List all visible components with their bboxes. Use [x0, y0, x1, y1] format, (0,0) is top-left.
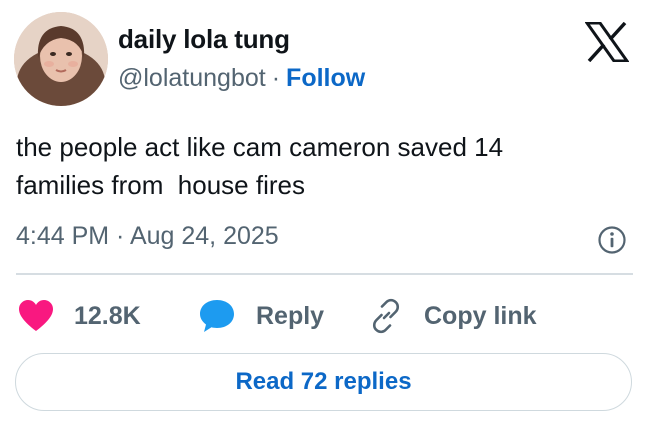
x-logo-icon[interactable] [584, 21, 630, 63]
link-icon [372, 298, 400, 334]
separator-dot: · [271, 64, 281, 92]
info-icon[interactable] [597, 225, 627, 255]
copy-link-label: Copy link [424, 301, 537, 330]
follow-button[interactable]: Follow [286, 64, 365, 92]
heart-icon [19, 300, 53, 331]
author-handle-row: @lolatungbot · Follow [118, 64, 365, 93]
profile-photo-icon [14, 12, 108, 106]
tweet-timestamp[interactable]: 4:44 PM · Aug 24, 2025 [16, 222, 279, 251]
read-replies-button[interactable]: Read 72 replies [15, 353, 632, 411]
reply-button[interactable]: Reply [198, 296, 324, 336]
author-handle[interactable]: @lolatungbot [118, 64, 266, 92]
tweet-text: the people act like cam cameron saved 14… [16, 132, 504, 200]
like-button[interactable]: 12.8K [18, 296, 141, 336]
author-display-name[interactable]: daily lola tung [118, 24, 290, 55]
speech-bubble-icon [200, 300, 234, 332]
avatar[interactable] [14, 12, 108, 106]
divider [16, 273, 633, 275]
like-count: 12.8K [74, 301, 141, 330]
copy-link-button[interactable]: Copy link [368, 296, 537, 336]
reply-label: Reply [256, 301, 325, 330]
tweet-card: daily lola tung @lolatungbot · Follow the … [0, 0, 662, 432]
